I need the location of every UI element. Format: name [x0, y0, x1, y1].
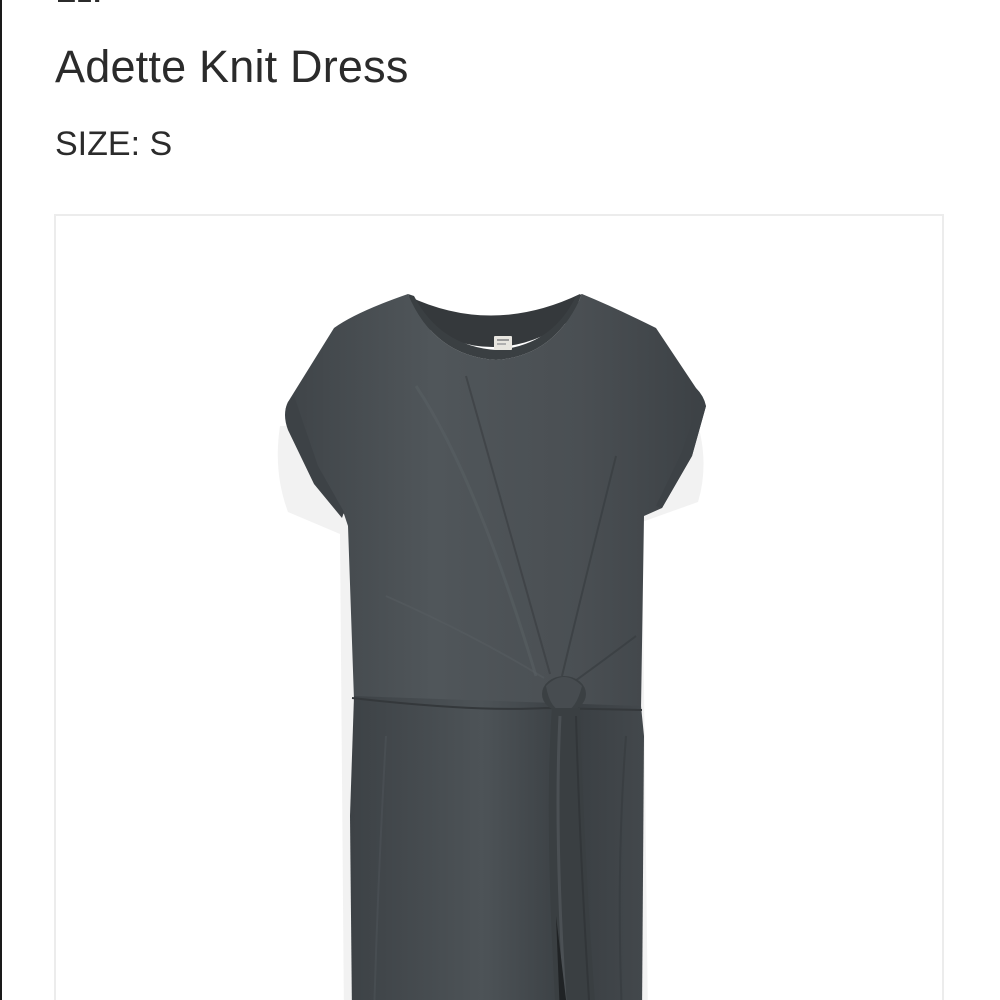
brand-name: Ezr	[56, 0, 106, 8]
product-title: Adette Knit Dress	[55, 41, 409, 92]
dress-image	[277, 294, 706, 1000]
size-value: S	[149, 125, 173, 163]
left-divider	[0, 0, 2, 1000]
size-row: SIZE: S	[55, 123, 172, 165]
product-image-card[interactable]	[54, 214, 944, 1000]
product-detail-page: Ezr Adette Knit Dress SIZE: S	[0, 0, 1000, 1000]
size-label: SIZE:	[55, 125, 141, 163]
